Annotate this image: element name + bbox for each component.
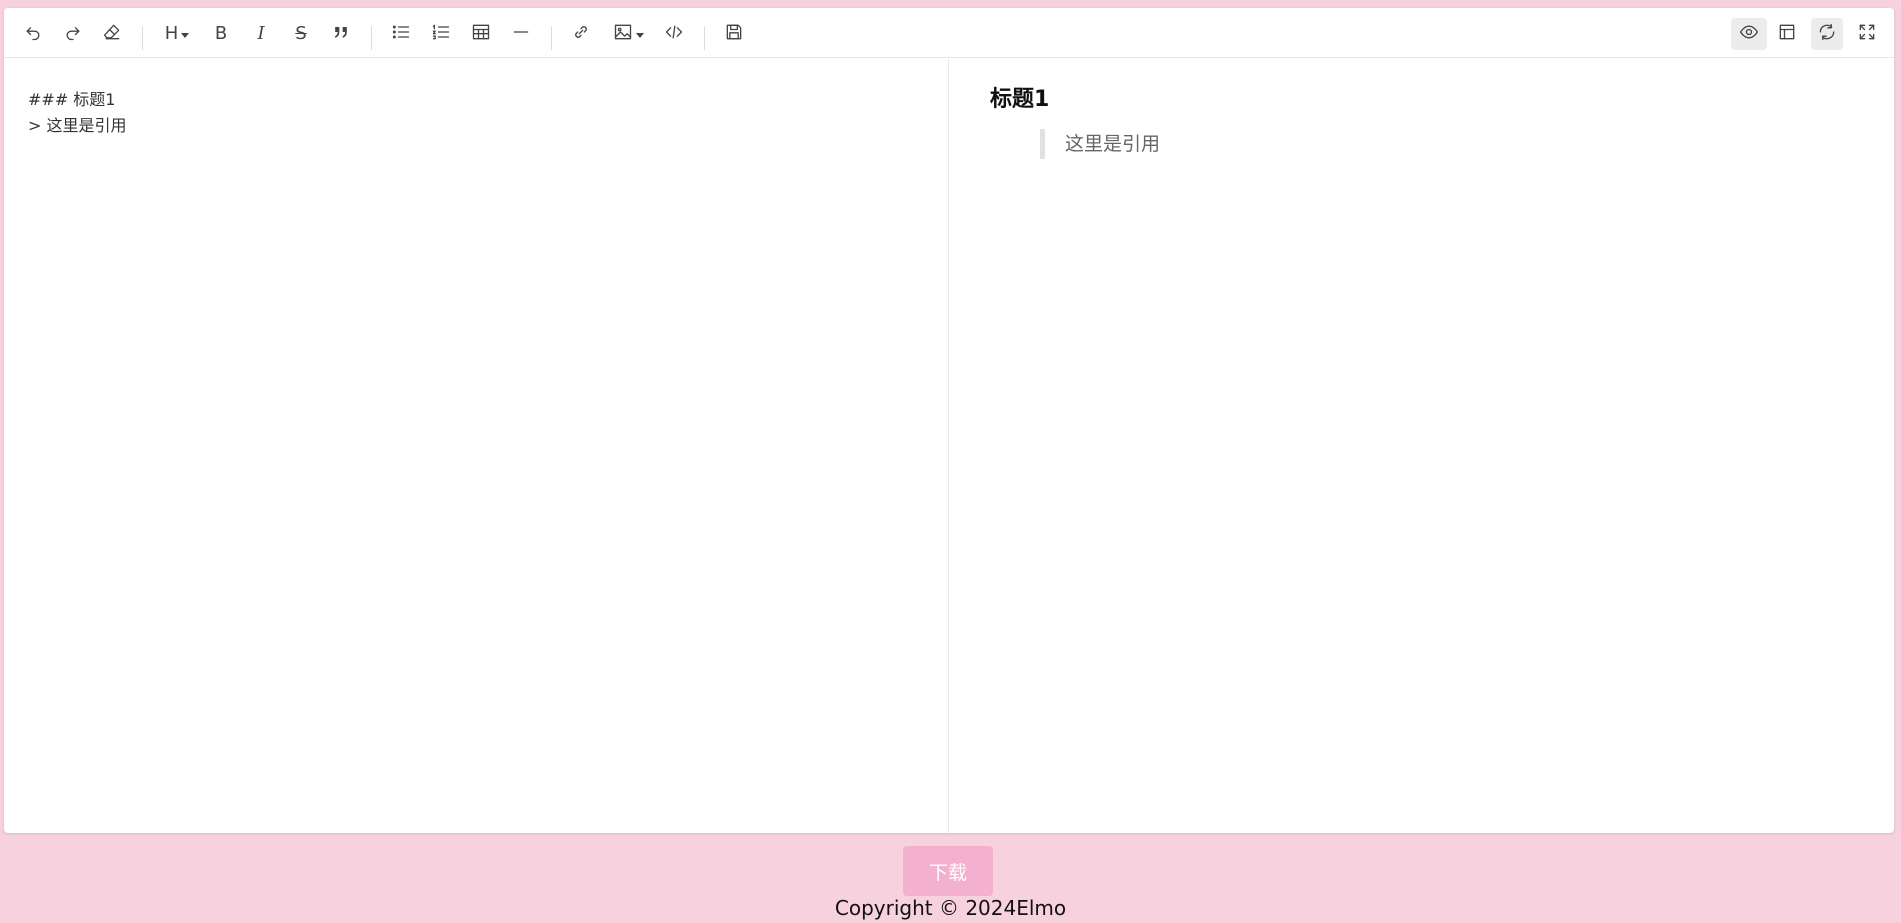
markdown-preview-pane: 标题1 这里是引用: [950, 59, 1894, 833]
link-icon: [571, 22, 591, 47]
unordered-list-button[interactable]: [385, 18, 417, 50]
markdown-editor: H B I S ### 标题1 > 这里是引用 标题1 这里是引用: [4, 8, 1894, 833]
sync-scroll-button[interactable]: [1811, 18, 1843, 50]
source-line[interactable]: > 这里是引用: [28, 113, 924, 139]
preview-toggle-button[interactable]: [1731, 18, 1767, 50]
image-button[interactable]: [608, 18, 648, 50]
italic-button[interactable]: I: [245, 18, 277, 50]
code-button[interactable]: [658, 18, 690, 50]
strikethrough-button[interactable]: S: [285, 18, 317, 50]
app-root: H B I S ### 标题1 > 这里是引用 标题1 这里是引用 下载 Cop…: [0, 0, 1901, 923]
table-icon: [471, 22, 491, 47]
copyright-text: Copyright © 2024Elmo: [834, 896, 1067, 920]
horizontal-rule-icon: [511, 22, 531, 47]
download-button[interactable]: 下载: [903, 846, 993, 896]
undo-button[interactable]: [17, 18, 49, 50]
image-icon: [613, 22, 633, 47]
eraser-icon: [102, 22, 122, 47]
chevron-down-icon: [181, 32, 190, 38]
italic-icon: I: [257, 23, 265, 44]
toc-layout-button[interactable]: [1771, 18, 1803, 50]
quote-button[interactable]: [325, 18, 357, 50]
page-footer: 下载 Copyright © 2024Elmo: [0, 833, 1901, 923]
source-line[interactable]: ### 标题1: [28, 87, 924, 113]
code-icon: [664, 22, 684, 47]
sync-scroll-icon: [1817, 22, 1837, 47]
quote-icon: [331, 22, 351, 47]
preview-blockquote: 这里是引用: [1040, 129, 1854, 159]
fullscreen-icon: [1857, 22, 1877, 47]
ordered-list-icon: [431, 22, 451, 47]
editor-toolbar: H B I S: [4, 8, 1894, 58]
preview-heading: 标题1: [990, 87, 1050, 112]
toolbar-separator: [371, 26, 372, 50]
table-button[interactable]: [465, 18, 497, 50]
redo-icon: [63, 22, 83, 47]
unordered-list-icon: [391, 22, 411, 47]
fullscreen-button[interactable]: [1851, 18, 1883, 50]
ordered-list-button[interactable]: [425, 18, 457, 50]
bold-icon: B: [214, 23, 228, 44]
preview-eye-icon: [1739, 22, 1759, 47]
save-button[interactable]: [718, 18, 750, 50]
bold-button[interactable]: B: [205, 18, 237, 50]
heading-button[interactable]: H: [158, 18, 196, 50]
save-icon: [724, 22, 744, 47]
toolbar-separator: [142, 26, 143, 50]
toolbar-separator: [704, 26, 705, 50]
undo-icon: [23, 22, 43, 47]
redo-button[interactable]: [57, 18, 89, 50]
chevron-down-icon: [635, 32, 644, 38]
heading-icon: H: [164, 23, 179, 44]
clear-format-button[interactable]: [96, 18, 128, 50]
toolbar-separator: [551, 26, 552, 50]
strikethrough-icon: S: [295, 23, 307, 44]
horizontal-rule-button[interactable]: [505, 18, 537, 50]
toc-layout-icon: [1777, 22, 1797, 47]
markdown-source-pane[interactable]: ### 标题1 > 这里是引用: [4, 59, 949, 833]
link-button[interactable]: [565, 18, 597, 50]
